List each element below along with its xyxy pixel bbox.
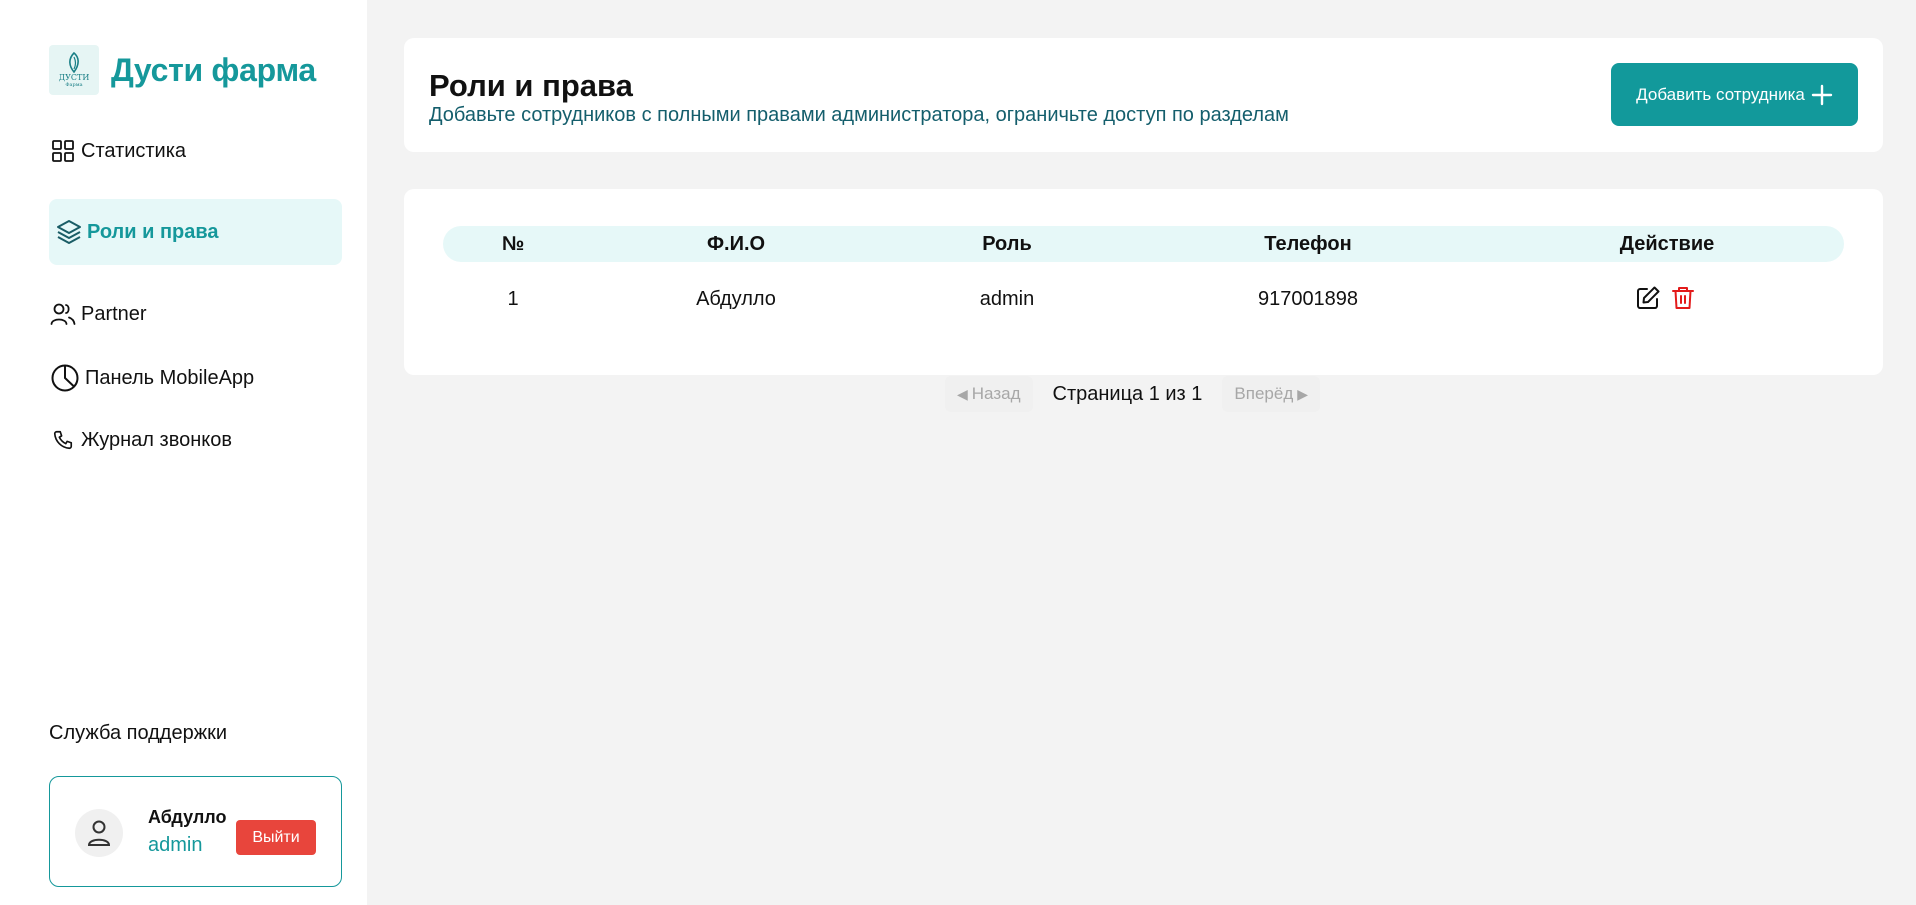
brand[interactable]: ДУСТИ Фарма Дусти фарма bbox=[49, 45, 316, 95]
phone-icon bbox=[49, 426, 77, 454]
sidebar-item-label: Статистика bbox=[81, 139, 187, 162]
support-link[interactable]: Служба поддержки bbox=[49, 722, 227, 745]
avatar bbox=[75, 809, 123, 857]
column-header-name: Ф.И.О bbox=[706, 233, 766, 255]
users-icon bbox=[49, 300, 77, 328]
next-page-button[interactable]: Вперёд ▶ bbox=[1222, 376, 1321, 412]
brand-name: Дусти фарма bbox=[111, 51, 316, 88]
page-subtitle: Добавьте сотрудников с полными правами а… bbox=[429, 104, 1289, 126]
logo-text: ДУСТИ bbox=[58, 73, 90, 82]
sidebar-item-partner[interactable]: Partner bbox=[49, 300, 342, 328]
cell-role: admin bbox=[979, 288, 1035, 310]
user-card: Абдулло admin Выйти bbox=[49, 776, 342, 887]
staff-table: № Ф.И.О Роль Телефон Действие 1 Абдулло … bbox=[404, 189, 1883, 375]
sidebar-item-call-log[interactable]: Журнал звонков bbox=[49, 426, 342, 454]
cell-number: 1 bbox=[507, 288, 519, 310]
sidebar-item-label: Панель MobileApp bbox=[85, 366, 255, 389]
prev-page-button[interactable]: ◀ Назад bbox=[945, 376, 1033, 412]
edit-icon[interactable] bbox=[1635, 285, 1661, 311]
page-indicator: Страница 1 из 1 bbox=[1052, 382, 1203, 405]
next-page-label: Вперёд bbox=[1234, 384, 1294, 403]
table-header: № Ф.И.О Роль Телефон Действие bbox=[443, 226, 1844, 262]
page-header: Роли и права Добавьте сотрудников с полн… bbox=[404, 38, 1883, 152]
pagination: ◀ Назад Страница 1 из 1 Вперёд ▶ bbox=[945, 376, 1321, 412]
pie-chart-icon bbox=[49, 362, 81, 394]
column-header-role: Роль bbox=[982, 233, 1032, 255]
layers-icon bbox=[55, 218, 83, 246]
prev-page-label: Назад bbox=[971, 384, 1021, 403]
logo-leaf-icon bbox=[69, 52, 79, 74]
column-header-action: Действие bbox=[1619, 233, 1715, 255]
logo: ДУСТИ Фарма bbox=[49, 45, 99, 95]
column-header-phone: Телефон bbox=[1264, 233, 1352, 255]
grid-icon bbox=[49, 137, 77, 165]
user-role: admin bbox=[148, 834, 203, 856]
chevron-right-icon: ▶ bbox=[1297, 385, 1309, 402]
sidebar-item-label: Журнал звонков bbox=[81, 428, 232, 451]
sidebar-item-mobileapp[interactable]: Панель MobileApp bbox=[49, 362, 342, 394]
column-header-number: № bbox=[501, 233, 525, 255]
user-name: Абдулло bbox=[148, 807, 227, 827]
chevron-left-icon: ◀ bbox=[957, 385, 968, 402]
add-employee-button[interactable]: Добавить сотрудника bbox=[1611, 63, 1858, 126]
sidebar-item-label: Partner bbox=[81, 302, 147, 325]
add-employee-label: Добавить сотрудника bbox=[1636, 84, 1805, 104]
user-icon bbox=[87, 820, 111, 846]
sidebar-item-roles[interactable]: Роли и права bbox=[49, 199, 342, 265]
plus-icon bbox=[1811, 84, 1833, 106]
logout-button[interactable]: Выйти bbox=[236, 820, 316, 855]
sidebar-item-statistics[interactable]: Статистика bbox=[49, 137, 342, 165]
cell-name: Абдулло bbox=[696, 288, 776, 310]
sidebar: ДУСТИ Фарма Дусти фарма Статистика Роли … bbox=[0, 0, 367, 905]
trash-icon[interactable] bbox=[1671, 285, 1695, 311]
cell-phone: 917001898 bbox=[1257, 288, 1359, 310]
sidebar-item-label: Роли и права bbox=[87, 220, 219, 243]
row-actions bbox=[1635, 285, 1695, 311]
logo-subtext: Фарма bbox=[65, 82, 83, 88]
page-title: Роли и права bbox=[429, 68, 633, 103]
